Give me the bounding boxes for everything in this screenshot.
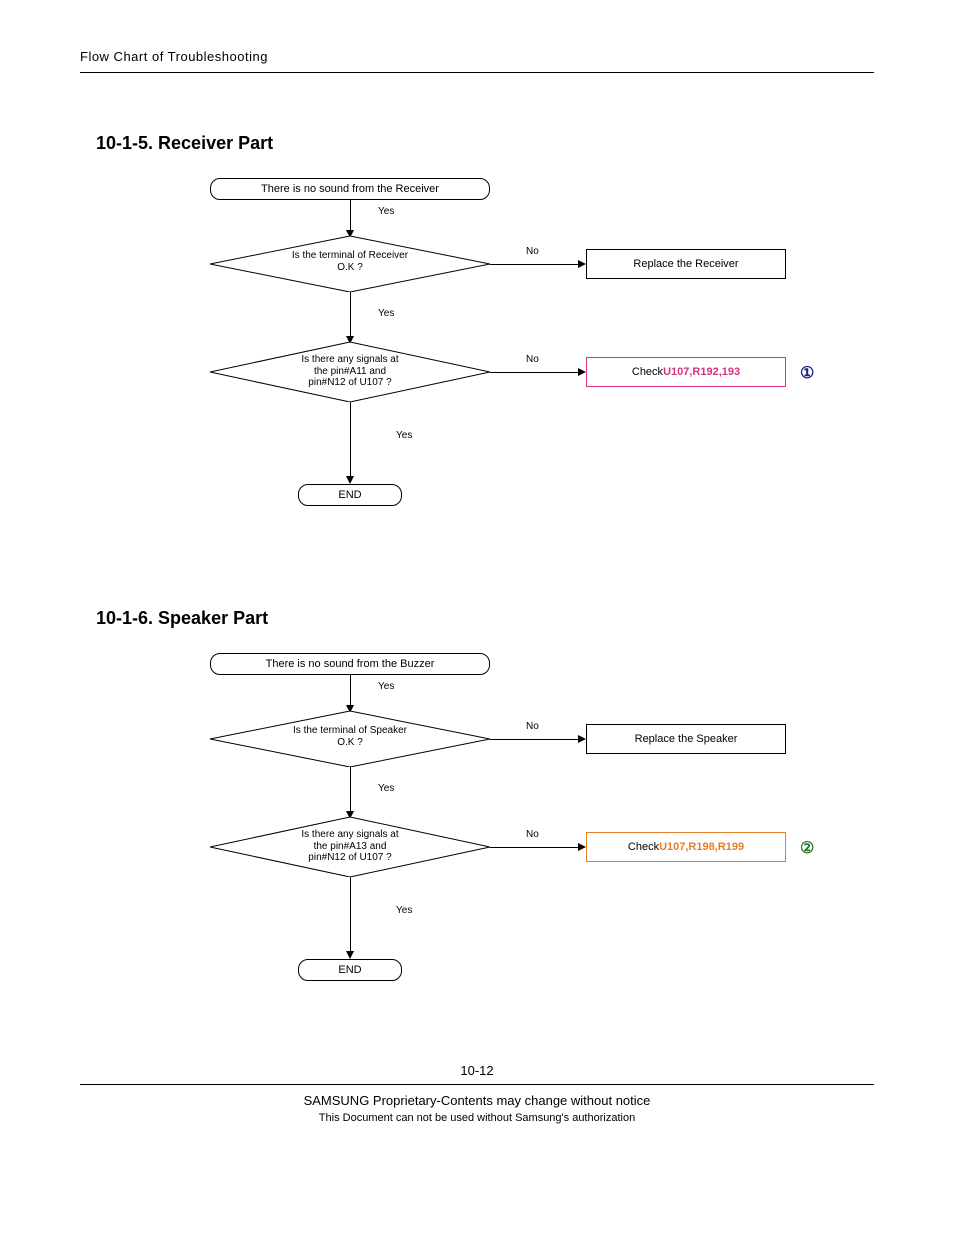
arrowhead-icon	[578, 260, 586, 268]
edge-yes: Yes	[378, 206, 394, 217]
arrowhead-icon	[346, 951, 354, 959]
section-6-title: 10-1-6. Speaker Part	[96, 608, 874, 629]
edge-yes: Yes	[378, 681, 394, 692]
process-check-pre: Check	[632, 366, 663, 378]
edge-no: No	[526, 721, 539, 732]
edge-yes: Yes	[396, 905, 412, 916]
process-replace: Replace the Speaker	[586, 724, 786, 754]
footer-line-1: SAMSUNG Proprietary-Contents may change …	[80, 1093, 874, 1108]
badge-2-icon: ②	[800, 838, 814, 858]
edge-no: No	[526, 354, 539, 365]
decision-1-text: Is the terminal of Speaker O.K ?	[260, 725, 440, 748]
connector	[490, 739, 580, 740]
decision-2-text: Is there any signals at the pin#A13 and …	[260, 829, 440, 864]
arrowhead-icon	[346, 476, 354, 484]
footer-line-2: This Document can not be used without Sa…	[80, 1112, 874, 1124]
edge-yes: Yes	[378, 783, 394, 794]
process-replace-text: Replace the Receiver	[633, 258, 738, 270]
process-check-hl: U107,R192,193	[663, 366, 740, 378]
end-terminator: END	[298, 484, 402, 506]
arrowhead-icon	[578, 368, 586, 376]
start-terminator: There is no sound from the Buzzer	[210, 653, 490, 675]
process-check-hl: U107,R198,R199	[659, 841, 744, 853]
end-text: END	[338, 964, 361, 976]
end-text: END	[338, 489, 361, 501]
process-replace: Replace the Receiver	[586, 249, 786, 279]
process-replace-text: Replace the Speaker	[635, 733, 738, 745]
decision-1-text: Is the terminal of Receiver O.K ?	[260, 250, 440, 273]
edge-no: No	[526, 246, 539, 257]
edge-yes: Yes	[396, 430, 412, 441]
process-check-pre: Check	[628, 841, 659, 853]
arrowhead-icon	[578, 735, 586, 743]
connector	[490, 847, 580, 848]
header: Flow Chart of Troubleshooting	[80, 48, 874, 73]
connector	[350, 200, 351, 232]
page-number: 10-12	[80, 1063, 874, 1078]
connector	[350, 292, 351, 338]
connector	[350, 675, 351, 707]
page: Flow Chart of Troubleshooting 10-1-5. Re…	[0, 0, 954, 1154]
edge-no: No	[526, 829, 539, 840]
header-text: Flow Chart of Troubleshooting	[80, 49, 268, 64]
connector	[490, 264, 580, 265]
start-text: There is no sound from the Receiver	[261, 183, 439, 195]
flowchart-receiver: There is no sound from the Receiver Yes …	[140, 178, 840, 548]
edge-yes: Yes	[378, 308, 394, 319]
start-text: There is no sound from the Buzzer	[266, 658, 435, 670]
process-check: Check U107,R198,R199	[586, 832, 786, 862]
end-terminator: END	[298, 959, 402, 981]
footer-rule	[80, 1084, 874, 1085]
section-5-title: 10-1-5. Receiver Part	[96, 133, 874, 154]
connector	[350, 402, 351, 478]
connector	[350, 767, 351, 813]
start-terminator: There is no sound from the Receiver	[210, 178, 490, 200]
flowchart-speaker: There is no sound from the Buzzer Yes Is…	[140, 653, 840, 1023]
connector	[490, 372, 580, 373]
arrowhead-icon	[578, 843, 586, 851]
badge-1-icon: ①	[800, 363, 814, 383]
decision-2-text: Is there any signals at the pin#A11 and …	[260, 354, 440, 389]
connector	[350, 877, 351, 953]
process-check: Check U107,R192,193	[586, 357, 786, 387]
